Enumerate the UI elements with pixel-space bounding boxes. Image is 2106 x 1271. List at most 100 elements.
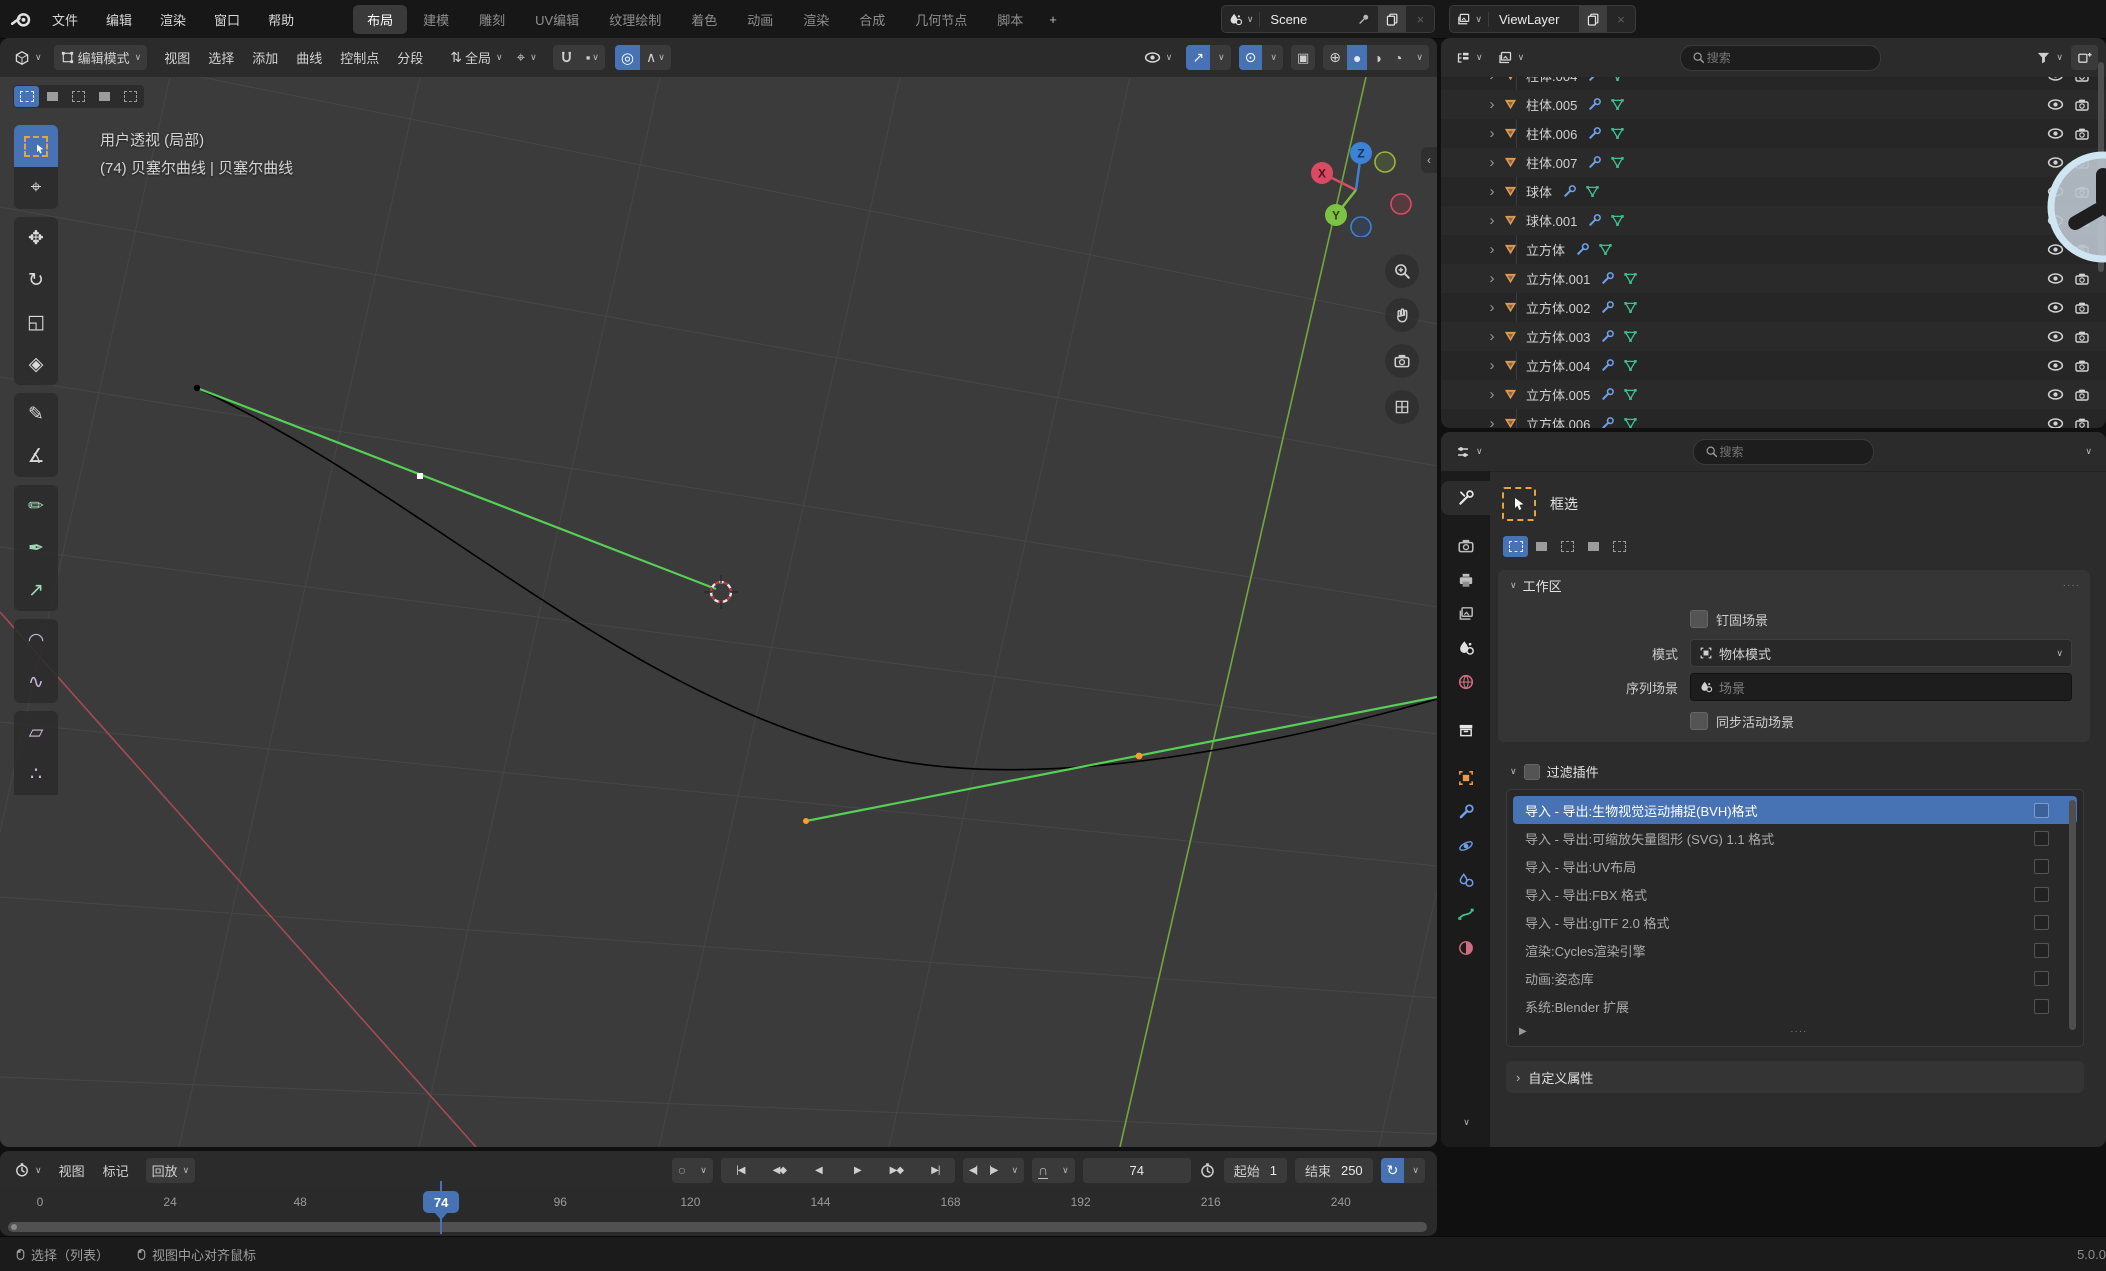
addon-row[interactable]: 导入 - 导出:glTF 2.0 格式: [1513, 908, 2077, 936]
disable-in-render-icon[interactable]: [2074, 77, 2090, 84]
gizmo-minus-y-axis[interactable]: [1375, 152, 1395, 172]
hide-in-viewport-icon[interactable]: [2047, 299, 2064, 316]
disable-in-render-icon[interactable]: [2074, 300, 2090, 316]
properties-tab-scene[interactable]: [1441, 631, 1490, 665]
tool-rotate[interactable]: ↻: [14, 259, 58, 301]
frame-start-field[interactable]: 起始 1: [1224, 1158, 1287, 1183]
disable-in-render-icon[interactable]: [2074, 97, 2090, 113]
resize-grip-icon[interactable]: ····: [1790, 1026, 1807, 1037]
sync-active-scene-checkbox[interactable]: [1690, 712, 1708, 730]
viewport-menu-add[interactable]: 添加: [243, 48, 287, 67]
stopwatch-icon[interactable]: [1199, 1162, 1216, 1179]
outliner-row[interactable]: ›立方体.003: [1441, 322, 2106, 351]
object-name[interactable]: 立方体: [1526, 240, 1565, 259]
gizmo-x-axis[interactable]: X: [1318, 167, 1326, 181]
menu-window[interactable]: 窗口: [200, 10, 254, 29]
ortho-toggle-button[interactable]: [1385, 390, 1419, 424]
shading-dropdown[interactable]: ∨: [1408, 45, 1429, 70]
mesh-data-icon[interactable]: [1610, 213, 1625, 228]
modifier-icon[interactable]: [1587, 126, 1602, 141]
mesh-data-icon[interactable]: [1623, 387, 1638, 402]
addon-row[interactable]: 导入 - 导出:生物视觉运动捕捉(BVH)格式: [1513, 796, 2077, 824]
outliner-row[interactable]: ›柱体.006: [1441, 119, 2106, 148]
show-overlays-toggle[interactable]: ⊙: [1239, 45, 1263, 70]
modifier-icon[interactable]: [1600, 416, 1615, 428]
tabs-overflow-button[interactable]: ∨: [1442, 1105, 1491, 1139]
workspace-tab-渲染[interactable]: 渲染: [789, 5, 843, 34]
pan-button[interactable]: [1385, 298, 1419, 332]
blender-logo-icon[interactable]: [10, 8, 32, 30]
next-keyframe-button[interactable]: ▶◆: [877, 1158, 916, 1183]
mesh-data-icon[interactable]: [1623, 271, 1638, 286]
addon-enable-checkbox[interactable]: [2034, 831, 2049, 846]
properties-tab-world[interactable]: [1441, 665, 1490, 699]
tool-cursor[interactable]: ⌖: [14, 167, 58, 209]
properties-tab-render[interactable]: [1441, 529, 1490, 563]
editor-type-button[interactable]: ∨: [1449, 439, 1489, 464]
expand-icon[interactable]: ›: [1481, 125, 1503, 142]
tool-draw-curve[interactable]: ✏: [14, 485, 58, 527]
tool-randomize[interactable]: ∴: [14, 753, 58, 795]
addon-enable-checkbox[interactable]: [2034, 943, 2049, 958]
viewlayer-name[interactable]: ViewLayer: [1489, 12, 1579, 27]
snap-toggle[interactable]: [553, 45, 580, 70]
playback-dropdown[interactable]: 回放 ∨: [146, 1158, 196, 1183]
outliner-row[interactable]: ›立方体.001: [1441, 264, 2106, 293]
expand-icon[interactable]: ›: [1481, 386, 1503, 403]
keying-popover[interactable]: ∩: [1032, 1158, 1054, 1183]
xray-toggle[interactable]: ▣: [1291, 45, 1315, 70]
pivot-point-dropdown[interactable]: ⌖ ∨: [511, 45, 543, 70]
hide-in-viewport-icon[interactable]: [2047, 270, 2064, 287]
custom-properties-panel-header[interactable]: › 自定义属性: [1506, 1061, 2084, 1093]
scene-name[interactable]: Scene: [1260, 12, 1350, 27]
object-name[interactable]: 立方体.002: [1526, 298, 1590, 317]
tool-annotate[interactable]: ✎: [14, 393, 58, 435]
properties-tab-tool[interactable]: [1441, 481, 1490, 515]
hide-in-viewport-icon[interactable]: [2047, 328, 2064, 345]
shading-wireframe-button[interactable]: ⊕: [1323, 45, 1347, 70]
object-name[interactable]: 立方体.004: [1526, 356, 1590, 375]
hide-in-viewport-icon[interactable]: [2047, 386, 2064, 403]
addon-enable-checkbox[interactable]: [2034, 887, 2049, 902]
workspace-tab-建模[interactable]: 建模: [409, 5, 463, 34]
modifier-icon[interactable]: [1587, 77, 1602, 83]
add-workspace-button[interactable]: +: [1039, 7, 1067, 32]
mode-dropdown[interactable]: 编辑模式 ∨: [54, 45, 148, 70]
expand-icon[interactable]: ›: [1481, 183, 1503, 200]
gizmo-dropdown[interactable]: ∨: [1210, 45, 1231, 70]
addon-row[interactable]: 导入 - 导出:UV布局: [1513, 852, 2077, 880]
mesh-data-icon[interactable]: [1598, 242, 1613, 257]
expand-icon[interactable]: ▶: [1519, 1026, 1527, 1037]
tool-measure[interactable]: ∡: [14, 435, 58, 477]
zoom-button[interactable]: [1385, 254, 1419, 288]
object-name[interactable]: 球体.001: [1526, 211, 1577, 230]
hide-in-viewport-icon[interactable]: [2047, 125, 2064, 142]
mesh-data-icon[interactable]: [1610, 155, 1625, 170]
select-mode-invert[interactable]: [92, 86, 117, 107]
viewlayer-new-copy-button[interactable]: [1579, 6, 1607, 32]
select-mode-box[interactable]: [1503, 536, 1528, 557]
shading-solid-button[interactable]: ●: [1347, 45, 1367, 70]
expand-icon[interactable]: ›: [1481, 212, 1503, 229]
mesh-data-icon[interactable]: [1585, 184, 1600, 199]
modifier-icon[interactable]: [1587, 97, 1602, 112]
viewport-menu-select[interactable]: 选择: [199, 48, 243, 67]
pin-scene-checkbox[interactable]: [1690, 610, 1708, 628]
object-name[interactable]: 球体: [1526, 182, 1552, 201]
workspace-tab-纹理绘制[interactable]: 纹理绘制: [595, 5, 675, 34]
proportional-falloff-dropdown[interactable]: ∧∨: [640, 45, 671, 70]
jump-to-start-button[interactable]: |◀: [721, 1158, 760, 1183]
mesh-data-icon[interactable]: [1610, 77, 1625, 83]
outliner-row[interactable]: ›立方体.002: [1441, 293, 2106, 322]
tool-shear[interactable]: ▱: [14, 711, 58, 753]
shading-material-button[interactable]: ◑: [1367, 45, 1387, 70]
outliner-search-input[interactable]: [1680, 45, 1881, 71]
play-button[interactable]: ▶: [838, 1158, 877, 1183]
sidebar-collapse-handle[interactable]: ‹: [1421, 147, 1437, 173]
tool-tilt[interactable]: ∿: [14, 661, 58, 703]
expand-icon[interactable]: ›: [1481, 415, 1503, 428]
viewport-menu-view[interactable]: 视图: [155, 48, 199, 67]
hide-in-viewport-icon[interactable]: [2047, 77, 2064, 84]
outliner-row[interactable]: › 球体: [1441, 177, 2106, 206]
expand-icon[interactable]: ›: [1481, 77, 1503, 84]
